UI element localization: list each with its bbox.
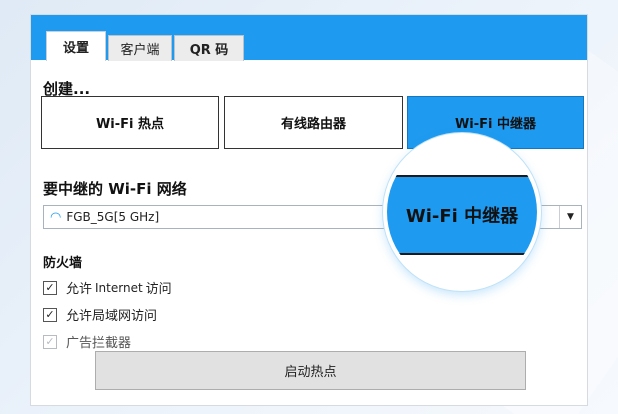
- allow-lan-option[interactable]: ✓ 允许局域网访问: [43, 305, 157, 324]
- checkbox-checked-icon[interactable]: ✓: [43, 307, 57, 322]
- network-section-title: 要中继的 Wi-Fi 网络: [43, 180, 187, 198]
- checkbox-checked-icon[interactable]: ✓: [43, 280, 57, 295]
- allow-internet-option[interactable]: ✓ 允许 Internet 访问: [43, 278, 172, 297]
- wired-router-button[interactable]: 有线路由器: [224, 96, 403, 149]
- magnifier-callout: Wi-Fi 中继器: [383, 133, 541, 291]
- firewall-section-title: 防火墙: [43, 256, 83, 271]
- wifi-icon: ◠: [50, 209, 62, 225]
- allow-internet-label-en: Internet: [95, 280, 143, 295]
- allow-internet-label-suffix: 访问: [145, 282, 172, 297]
- tab-settings[interactable]: 设置: [46, 31, 106, 61]
- tab-clients[interactable]: 客户端: [108, 35, 172, 61]
- ad-blocker-label: 广告拦截器: [66, 336, 132, 351]
- magnified-repeater-label: Wi-Fi 中继器: [387, 175, 537, 255]
- wifi-hotspot-button[interactable]: Wi-Fi 热点: [41, 96, 219, 149]
- network-select-value: FGB_5G[5 GHz]: [66, 210, 160, 224]
- allow-lan-label: 允许局域网访问: [66, 309, 158, 324]
- start-hotspot-button[interactable]: 启动热点: [95, 351, 526, 390]
- dropdown-arrow-icon[interactable]: ▼: [559, 206, 581, 228]
- ad-blocker-option: ✓ 广告拦截器: [43, 332, 131, 351]
- checkbox-checked-disabled-icon: ✓: [43, 334, 57, 349]
- allow-internet-label-prefix: 允许: [66, 282, 93, 297]
- tab-qr-code[interactable]: QR 码: [174, 35, 244, 61]
- tab-bar: 设置 客户端 QR 码: [31, 15, 587, 61]
